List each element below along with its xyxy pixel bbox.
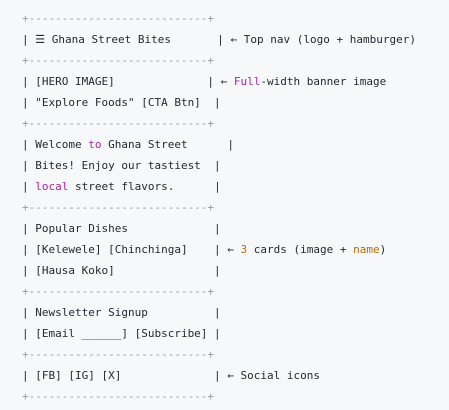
line-segment: | Bites! Enjoy our tastiest |	[22, 159, 221, 172]
wireframe-text-line: | [Email ______] [Subscribe] |	[22, 323, 449, 344]
wireframe-border-line: +---------------------------+	[22, 12, 215, 25]
wireframe-code-block: +---------------------------+ | ☰ Ghana S…	[0, 0, 449, 410]
line-segment: | [Email ______] [Subscribe] |	[22, 327, 221, 340]
line-segment: )	[379, 243, 387, 256]
wireframe-text-line: | "Explore Foods" [CTA Btn] |	[22, 92, 449, 113]
wireframe-text-line: | [HERO IMAGE] | ← Full-width banner ima…	[22, 71, 449, 92]
line-segment: | [FB] [IG] [X] | ← Social icons	[22, 369, 321, 382]
highlighted-token: local	[35, 180, 69, 193]
line-segment: cards (image +	[247, 243, 354, 256]
line-segment: |	[22, 180, 36, 193]
wireframe-text-line: | [Hausa Koko] |	[22, 260, 449, 281]
line-segment: | ☰ Ghana Street Bites | ← Top nav (logo…	[22, 33, 416, 46]
line-segment: -width banner image	[260, 75, 387, 88]
wireframe-border-line: +---------------------------+	[22, 54, 215, 67]
highlighted-token: Full	[233, 75, 261, 88]
wireframe-text-line: | [FB] [IG] [X] | ← Social icons	[22, 365, 449, 386]
wireframe-text-line: | Popular Dishes |	[22, 218, 449, 239]
line-segment: | [HERO IMAGE] | ←	[22, 75, 234, 88]
line-segment: | "Explore Foods" [CTA Btn] |	[22, 96, 221, 109]
line-segment: | Newsletter Signup |	[22, 306, 221, 319]
highlighted-token: to	[88, 138, 102, 151]
wireframe-text-line: | Welcome to Ghana Street |	[22, 134, 449, 155]
line-segment: | Popular Dishes |	[22, 222, 221, 235]
wireframe-text-line: | [Kelewele] [Chinchinga] | ← 3 cards (i…	[22, 239, 449, 260]
wireframe-text-line: | Newsletter Signup |	[22, 302, 449, 323]
line-segment: Ghana Street |	[101, 138, 234, 151]
line-segment: | Welcome	[22, 138, 89, 151]
line-segment: | [Hausa Koko] |	[22, 264, 221, 277]
wireframe-text-line: | ☰ Ghana Street Bites | ← Top nav (logo…	[22, 29, 449, 50]
wireframe-border-line: +---------------------------+	[22, 348, 215, 361]
wireframe-border-line: +---------------------------+	[22, 390, 215, 403]
wireframe-border-line: +---------------------------+	[22, 201, 215, 214]
line-segment: street flavors. |	[68, 180, 221, 193]
wireframe-text-line: | Bites! Enjoy our tastiest |	[22, 155, 449, 176]
wireframe-border-line: +---------------------------+	[22, 117, 215, 130]
line-segment: | [Kelewele] [Chinchinga] | ←	[22, 243, 241, 256]
wireframe-border-line: +---------------------------+	[22, 285, 215, 298]
wireframe-text-line: | local street flavors. |	[22, 176, 449, 197]
highlighted-token: name	[353, 243, 380, 256]
